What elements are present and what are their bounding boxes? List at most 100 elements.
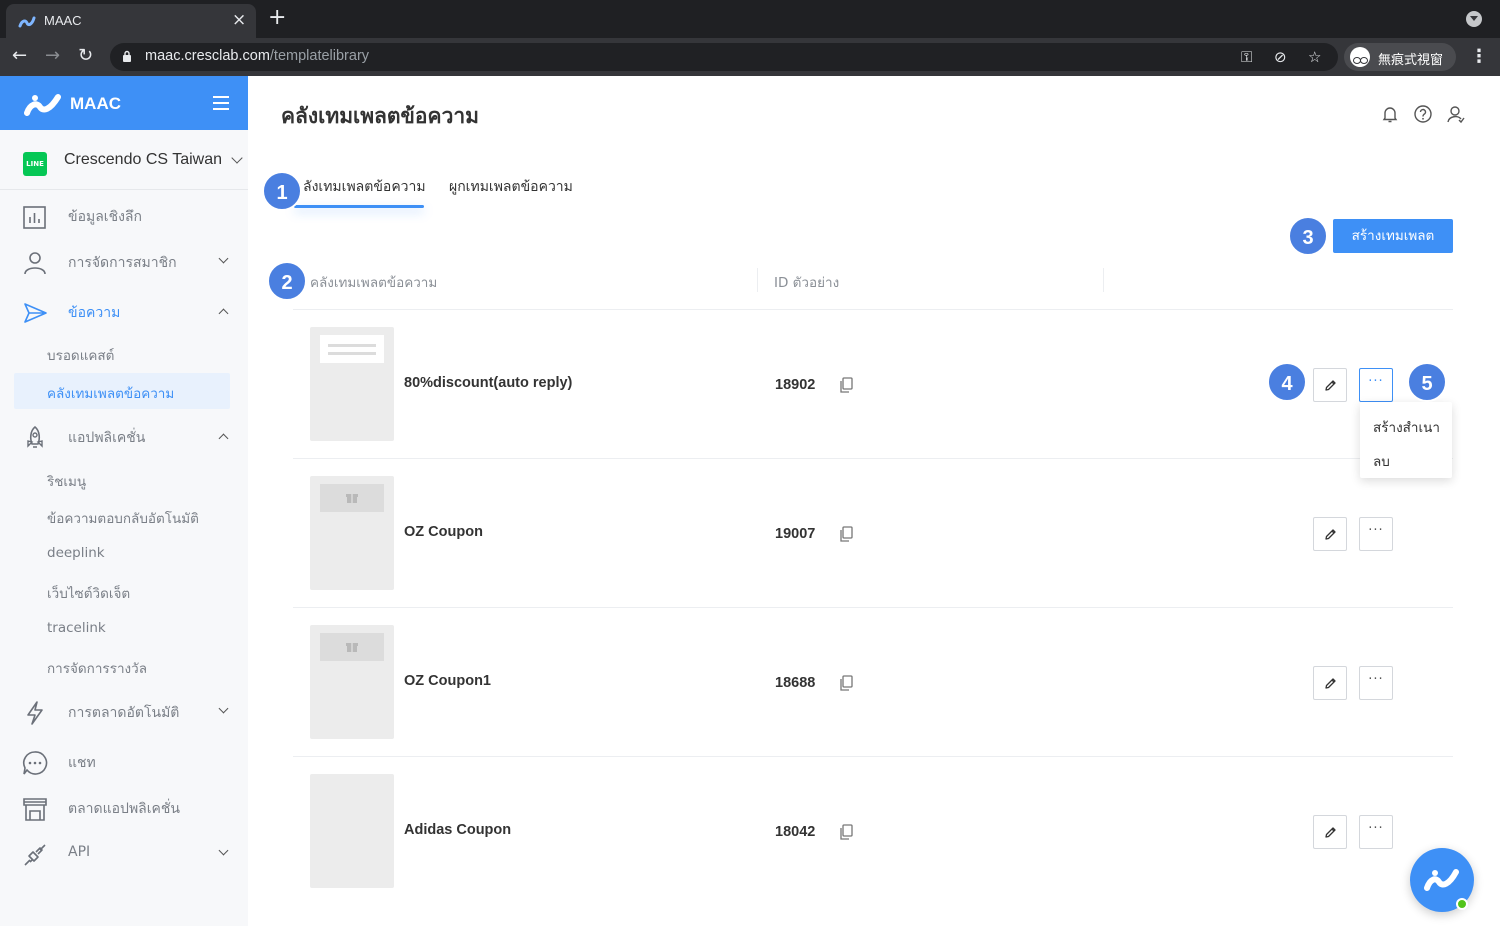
brand-bar: MAAC bbox=[0, 76, 248, 130]
tab-bind-template[interactable]: ผูกเทมเพลตข้อความ bbox=[449, 176, 573, 198]
maac-logo-icon bbox=[24, 94, 61, 116]
sidebar-sub-template-library[interactable]: คลังเทมเพลตข้อความ bbox=[14, 373, 230, 409]
account-name: Crescendo CS Taiwan bbox=[64, 151, 223, 168]
lightning-icon bbox=[27, 701, 43, 725]
sidebar-sub-deeplink[interactable]: deeplink bbox=[14, 536, 230, 572]
chevron-down-icon bbox=[218, 253, 229, 264]
chevron-down-icon bbox=[218, 703, 229, 714]
browser-tab-strip: MAAC × + bbox=[0, 0, 1500, 38]
back-arrow-icon[interactable]: ← bbox=[12, 45, 27, 66]
main-content: คลังเทมเพลตข้อความ ลังเทมเพลตข้อความ ผูก… bbox=[248, 76, 1500, 926]
column-header-id: ID ตัวอย่าง bbox=[774, 275, 840, 291]
sidebar-item-automation[interactable]: การตลาดอัตโนมัติ bbox=[0, 692, 248, 732]
incognito-indicator[interactable]: 無痕式視窗 bbox=[1344, 43, 1456, 71]
more-actions-button[interactable]: ··· bbox=[1359, 815, 1393, 849]
url-text: maac.cresclab.com/templatelibrary bbox=[145, 48, 370, 64]
browser-tab[interactable]: MAAC × bbox=[6, 4, 256, 38]
template-thumbnail bbox=[310, 476, 394, 590]
reload-icon[interactable]: ↻ bbox=[78, 45, 93, 66]
annotation-badge-2: 2 bbox=[267, 261, 307, 301]
template-id: 19007 bbox=[775, 526, 816, 542]
sidebar-item-chat[interactable]: แชท bbox=[0, 742, 248, 782]
forward-arrow-icon[interactable]: → bbox=[45, 45, 60, 66]
copy-icon[interactable] bbox=[839, 675, 853, 691]
star-icon[interactable]: ☆ bbox=[1308, 48, 1321, 66]
page-title: คลังเทมเพลตข้อความ bbox=[281, 104, 480, 128]
template-name: 80%discount(auto reply) bbox=[404, 375, 573, 391]
edit-button[interactable] bbox=[1313, 666, 1347, 700]
template-id: 18042 bbox=[775, 824, 816, 840]
gift-icon bbox=[346, 494, 358, 503]
address-bar: ← → ↻ maac.cresclab.com/templatelibrary … bbox=[0, 38, 1500, 76]
sidebar-item-api[interactable]: API bbox=[0, 834, 248, 874]
incognito-icon bbox=[1350, 47, 1370, 67]
lock-icon bbox=[123, 50, 131, 62]
maac-favicon-icon bbox=[18, 16, 36, 28]
more-actions-button[interactable]: ··· bbox=[1359, 517, 1393, 551]
column-header-template: คลังเทมเพลตข้อความ bbox=[310, 275, 438, 291]
rocket-icon bbox=[27, 425, 43, 448]
tab-title: MAAC bbox=[44, 13, 82, 28]
duplicate-option[interactable]: สร้างสำเนา bbox=[1373, 416, 1440, 438]
annotation-badge-4: 4 bbox=[1267, 362, 1307, 402]
key-icon[interactable]: ⚿ bbox=[1241, 48, 1252, 66]
bell-icon[interactable] bbox=[1380, 104, 1400, 124]
browser-menu-icon[interactable]: ⋮ bbox=[1470, 46, 1488, 67]
user-icon bbox=[24, 252, 46, 275]
close-tab-icon[interactable]: × bbox=[232, 10, 246, 30]
sidebar-item-messages[interactable]: ข้อความ bbox=[0, 292, 248, 332]
sidebar-sub-broadcast[interactable]: บรอดแคสต์ bbox=[14, 335, 230, 371]
tab-template-library[interactable]: ลังเทมเพลตข้อความ bbox=[303, 176, 426, 198]
more-actions-button[interactable]: ··· bbox=[1359, 666, 1393, 700]
copy-icon[interactable] bbox=[839, 377, 853, 393]
column-divider bbox=[757, 268, 758, 292]
sidebar-sub-rich-menu[interactable]: ริชเมนู bbox=[14, 461, 230, 497]
pencil-icon bbox=[1325, 380, 1336, 391]
chevron-down-icon bbox=[218, 845, 229, 856]
sidebar-item-insights[interactable]: ข้อมูลเชิงลึก bbox=[0, 196, 248, 236]
chevron-up-icon bbox=[218, 308, 229, 319]
sidebar-sub-web-widget[interactable]: เว็บไซต์วิดเจ็ต bbox=[14, 573, 230, 609]
edit-button[interactable] bbox=[1313, 368, 1347, 402]
template-id: 18902 bbox=[775, 377, 816, 393]
copy-icon[interactable] bbox=[839, 526, 853, 542]
create-template-button[interactable]: สร้างเทมเพลต bbox=[1333, 219, 1453, 253]
bar-chart-icon bbox=[23, 206, 46, 229]
help-icon[interactable] bbox=[1413, 104, 1433, 124]
delete-option[interactable]: ลบ bbox=[1373, 450, 1390, 472]
sidebar-item-marketplace[interactable]: ตลาดแอปพลิเคชั่น bbox=[0, 788, 248, 828]
hamburger-icon[interactable] bbox=[213, 96, 229, 110]
brand-name: MAAC bbox=[70, 94, 121, 113]
sidebar-item-apps[interactable]: แอปพลิเคชั่น bbox=[0, 417, 248, 457]
table-row: Adidas Coupon 18042 ··· bbox=[293, 757, 1453, 906]
new-tab-icon[interactable]: + bbox=[268, 6, 286, 30]
template-thumbnail bbox=[310, 327, 394, 441]
sidebar-sub-auto-reply[interactable]: ข้อความตอบกลับอัตโนมัติ bbox=[14, 498, 230, 534]
edit-button[interactable] bbox=[1313, 517, 1347, 551]
sidebar: MAAC LINE Crescendo CS Taiwan ข้อมูลเชิง… bbox=[0, 76, 248, 926]
sidebar-sub-prize-management[interactable]: การจัดการรางวัล bbox=[14, 648, 230, 684]
edit-button[interactable] bbox=[1313, 815, 1347, 849]
more-actions-button[interactable]: ··· bbox=[1359, 368, 1393, 402]
column-divider bbox=[1103, 268, 1104, 292]
active-tab-indicator bbox=[294, 205, 424, 208]
gift-icon bbox=[346, 643, 358, 652]
more-actions-dropdown: สร้างสำเนา ลบ bbox=[1360, 402, 1452, 478]
account-switcher[interactable]: LINE Crescendo CS Taiwan bbox=[0, 130, 248, 190]
annotation-badge-3: 3 bbox=[1288, 216, 1328, 256]
copy-icon[interactable] bbox=[839, 824, 853, 840]
template-name: OZ Coupon bbox=[404, 524, 483, 540]
chevron-down-icon bbox=[231, 152, 243, 164]
store-icon bbox=[23, 798, 47, 821]
table-row: OZ Coupon1 18688 ··· bbox=[293, 608, 1453, 757]
chat-launcher-button[interactable] bbox=[1410, 848, 1474, 912]
account-icon[interactable] bbox=[1446, 104, 1466, 124]
sidebar-sub-tracelink[interactable]: tracelink bbox=[14, 611, 230, 647]
more-dots-icon: ··· bbox=[1368, 821, 1384, 836]
annotation-badge-1: 1 bbox=[262, 171, 302, 211]
url-field[interactable]: maac.cresclab.com/templatelibrary ⚿ ⊘ ☆ bbox=[110, 43, 1338, 71]
line-icon: LINE bbox=[23, 152, 47, 176]
tab-search-icon[interactable] bbox=[1466, 11, 1482, 27]
sidebar-item-members[interactable]: การจัดการสมาชิก bbox=[0, 242, 248, 282]
eye-off-icon[interactable]: ⊘ bbox=[1274, 48, 1287, 66]
